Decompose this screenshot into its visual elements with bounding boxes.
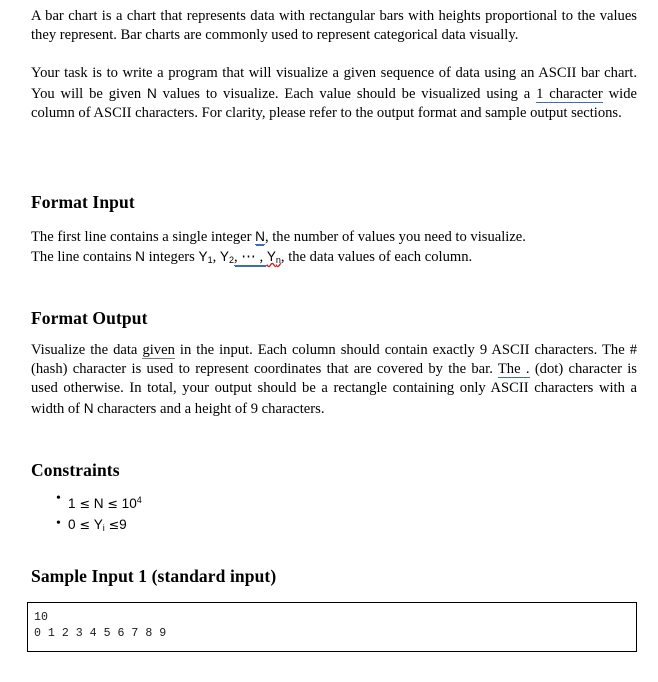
constraint-lower-bound: 1: [68, 496, 76, 511]
format-input-line2-text-b: integers: [144, 249, 199, 266]
variable-n-grammar-flag: N: [255, 229, 265, 245]
heading-format-input: Format Input: [31, 192, 135, 212]
underlined-the-dot: The .: [497, 361, 530, 379]
constraint-item: 1 ≤ N ≤ 104: [31, 489, 142, 515]
variable-n-count: N: [135, 249, 145, 265]
constraint-operator-2: ≤: [108, 517, 120, 532]
format-input-line1-text-a: The first line contains a single integer: [31, 229, 256, 245]
format-input-line-2: The line contains N integers Y1, Y2, ⋯ ,…: [31, 247, 637, 270]
constraint-item: 0 ≤ Yi ≤9: [31, 514, 142, 540]
task-text-part-2: values to visualize. Each value should b…: [156, 85, 537, 102]
constraint-operator-1: ≤: [79, 517, 90, 532]
constraint-upper-bound: 9: [119, 517, 127, 532]
variable-n-width: N: [83, 400, 94, 416]
variable-y2: Y2: [219, 249, 234, 265]
variable-yn-base: Y: [266, 249, 276, 265]
format-output-text-a: Visualize the data: [31, 342, 143, 358]
format-output-body: Visualize the data given in the input. E…: [31, 341, 637, 419]
variable-y2-base: Y: [219, 249, 229, 265]
intro-paragraph-block: A bar chart is a chart that represents d…: [31, 7, 637, 123]
format-input-line2-text-a: The line contains: [31, 249, 136, 266]
constraint-variable: Y: [93, 517, 103, 532]
format-input-line-1: The first line contains a single integer…: [31, 227, 637, 247]
format-output-text-d: characters and a height of 9 characters.: [93, 400, 325, 417]
format-input-body: The first line contains a single integer…: [31, 227, 637, 270]
constraint-operator-2: ≤: [107, 496, 118, 511]
variable-yn: Yn: [266, 249, 281, 265]
constraint-variable-subscript: i: [102, 523, 105, 533]
format-input-separator-1: ,: [212, 249, 220, 266]
sample-input-code-box[interactable]: 10 0 1 2 3 4 5 6 7 8 9: [27, 602, 637, 652]
heading-format-output: Format Output: [31, 308, 148, 328]
constraint-variable: N: [93, 496, 104, 511]
paragraph-definition-text: A bar chart is a chart that represents d…: [31, 8, 637, 44]
format-input-line1-text-b: , the number of values you need to visua…: [264, 229, 526, 245]
document-page: A bar chart is a chart that represents d…: [0, 0, 658, 682]
paragraph-definition: A bar chart is a chart that represents d…: [31, 7, 637, 45]
constraint-lower-bound: 0: [68, 517, 76, 532]
format-input-ellipsis: , ⋯ ,: [233, 249, 267, 267]
variable-n-inline: N: [147, 85, 157, 101]
format-input-line2-text-c: , the data values of each column.: [280, 249, 473, 266]
constraint-upper-bound: 10: [121, 496, 137, 511]
heading-constraints: Constraints: [31, 460, 120, 480]
variable-y1-base: Y: [198, 249, 208, 265]
underlined-one-character: 1 character: [536, 85, 603, 103]
constraint-upper-exponent: 4: [136, 495, 142, 505]
paragraph-task: Your task is to write a program that wil…: [31, 64, 637, 123]
variable-y1: Y1: [198, 249, 212, 265]
underlined-given: given: [142, 342, 175, 359]
heading-sample-input-1: Sample Input 1 (standard input): [31, 566, 277, 586]
constraint-operator-1: ≤: [79, 496, 90, 511]
constraints-list: 1 ≤ N ≤ 104 0 ≤ Yi ≤9: [31, 489, 142, 540]
